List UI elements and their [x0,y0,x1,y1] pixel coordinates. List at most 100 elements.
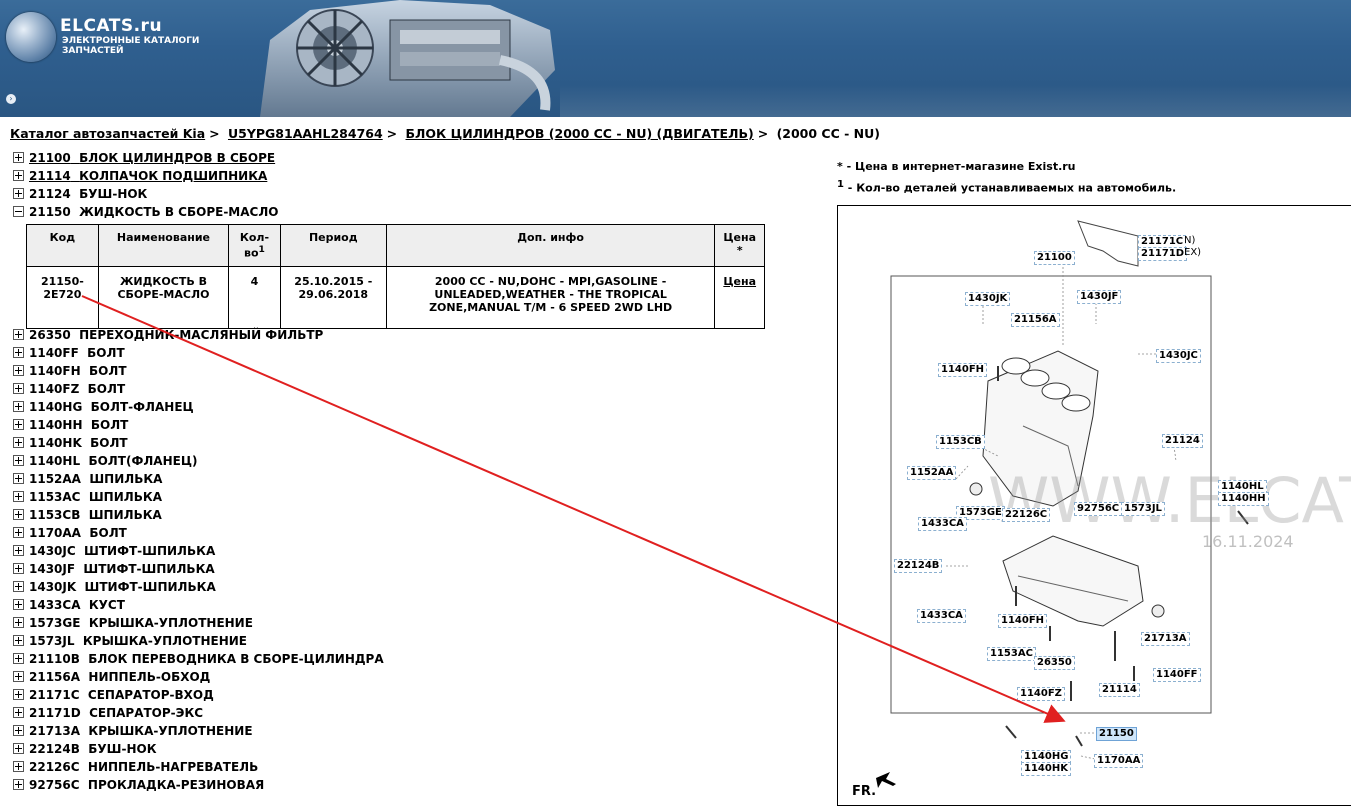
tree-item-21110B[interactable]: 21110B БЛОК ПЕРЕВОДНИКА В СБОРЕ-ЦИЛИНДРА [13,651,384,667]
expand-plus-icon[interactable] [13,707,24,718]
expand-plus-icon[interactable] [13,383,24,394]
expand-plus-icon[interactable] [13,599,24,610]
tree-item-21156A[interactable]: 21156A НИППЕЛЬ-ОБХОД [13,669,210,685]
callout-1433CA[interactable]: 1433CA [917,609,966,623]
tree-item-label[interactable]: 22124B БУШ-НОК [29,742,157,756]
expand-plus-icon[interactable] [13,170,24,181]
tree-item-26350[interactable]: 26350 ПЕРЕХОДНИК-МАСЛЯНЫЙ ФИЛЬТР [13,327,323,343]
callout-1153AC[interactable]: 1153AC [987,647,1036,661]
callout-1430JF[interactable]: 1430JF [1077,290,1122,304]
callout-92756C[interactable]: 92756C [1074,502,1123,516]
tree-item-1140HG[interactable]: 1140HG БОЛТ-ФЛАНЕЦ [13,399,194,415]
callout-21150[interactable]: 21150 [1096,727,1137,741]
expand-plus-icon[interactable] [13,188,24,199]
callout-1430JK[interactable]: 1430JK [965,292,1011,306]
tree-item-1433CA[interactable]: 1433CA КУСТ [13,597,125,613]
expand-plus-icon[interactable] [13,347,24,358]
breadcrumb-catalog-link[interactable]: Каталог автозапчастей Kia [10,126,205,141]
expand-plus-icon[interactable] [13,617,24,628]
tree-item-label[interactable]: 1430JK ШТИФТ-ШПИЛЬКА [29,580,216,594]
expand-plus-icon[interactable] [13,581,24,592]
tree-item-label[interactable]: 1140FH БОЛТ [29,364,127,378]
callout-1140FH[interactable]: 1140FH [998,614,1048,628]
breadcrumb-vin-link[interactable]: U5YPG81AAHL284764 [228,126,383,141]
expand-plus-icon[interactable] [13,473,24,484]
callout-1152AA[interactable]: 1152AA [907,466,957,480]
expand-plus-icon[interactable] [13,509,24,520]
tree-item-label[interactable]: 1153CB ШПИЛЬКА [29,508,162,522]
tree-item-92756C[interactable]: 92756C ПРОКЛАДКА-РЕЗИНОВАЯ [13,777,264,793]
tree-item-21171C[interactable]: 21171C СЕПАРАТОР-ВХОД [13,687,214,703]
tree-item-label[interactable]: 1433CA КУСТ [29,598,125,612]
collapse-minus-icon[interactable] [13,206,24,217]
expand-plus-icon[interactable] [13,152,24,163]
tree-item-label[interactable]: 21171C СЕПАРАТОР-ВХОД [29,688,214,702]
tree-item-label[interactable]: 1140FF БОЛТ [29,346,125,360]
tree-item-1152AA[interactable]: 1152AA ШПИЛЬКА [13,471,162,487]
callout-1140FF[interactable]: 1140FF [1153,668,1201,682]
tree-item-21124[interactable]: 21124 БУШ-НОК [13,186,147,202]
tree-item-label[interactable]: 21171D СЕПАРАТОР-ЭКС [29,706,203,720]
tree-item-1573GE[interactable]: 1573GE КРЫШКА-УПЛОТНЕНИЕ [13,615,253,631]
tree-item-label[interactable]: 1573JL КРЫШКА-УПЛОТНЕНИЕ [29,634,247,648]
tree-item-1430JC[interactable]: 1430JC ШТИФТ-ШПИЛЬКА [13,543,215,559]
callout-1140FH[interactable]: 1140FH [938,363,988,377]
tree-item-21100[interactable]: 21100 БЛОК ЦИЛИНДРОВ В СБОРЕ [13,150,275,166]
callout-26350[interactable]: 26350 [1034,656,1075,670]
expand-plus-icon[interactable] [13,653,24,664]
tree-item-label[interactable]: 21114 КОЛПАЧОК ПОДШИПНИКА [29,169,267,183]
expand-plus-icon[interactable] [13,671,24,682]
expand-plus-icon[interactable] [13,563,24,574]
callout-21171D[interactable]: 21171D [1138,247,1188,261]
callout-1170AA[interactable]: 1170AA [1094,754,1144,768]
tree-item-label[interactable]: 1152AA ШПИЛЬКА [29,472,162,486]
expand-plus-icon[interactable] [13,725,24,736]
callout-1140HH[interactable]: 1140HH [1218,492,1269,506]
tree-item-label[interactable]: 21124 БУШ-НОК [29,187,147,201]
callout-21713A[interactable]: 21713A [1141,632,1190,646]
tree-item-label[interactable]: 1140HL БОЛТ(ФЛАНЕЦ) [29,454,197,468]
tree-item-1153CB[interactable]: 1153CB ШПИЛЬКА [13,507,162,523]
globe-logo-icon[interactable] [6,12,56,62]
tree-item-1170AA[interactable]: 1170AA БОЛТ [13,525,127,541]
expand-plus-icon[interactable] [13,689,24,700]
expand-plus-icon[interactable] [13,635,24,646]
tree-item-label[interactable]: 1140HG БОЛТ-ФЛАНЕЦ [29,400,194,414]
expand-plus-icon[interactable] [13,527,24,538]
tree-item-label[interactable]: 26350 ПЕРЕХОДНИК-МАСЛЯНЫЙ ФИЛЬТР [29,328,323,342]
tree-item-label[interactable]: 92756C ПРОКЛАДКА-РЕЗИНОВАЯ [29,778,264,792]
tree-item-label[interactable]: 1430JC ШТИФТ-ШПИЛЬКА [29,544,215,558]
tree-item-label[interactable]: 1170AA БОЛТ [29,526,127,540]
expand-plus-icon[interactable] [13,419,24,430]
breadcrumb-group-link[interactable]: БЛОК ЦИЛИНДРОВ (2000 CC - NU) (ДВИГАТЕЛЬ… [406,126,754,141]
tree-item-label[interactable]: 1430JF ШТИФТ-ШПИЛЬКА [29,562,215,576]
expand-plus-icon[interactable] [13,365,24,376]
tree-item-1140HL[interactable]: 1140HL БОЛТ(ФЛАНЕЦ) [13,453,197,469]
expand-plus-icon[interactable] [13,545,24,556]
expand-plus-icon[interactable] [13,779,24,790]
tree-item-21171D[interactable]: 21171D СЕПАРАТОР-ЭКС [13,705,203,721]
tree-item-1430JF[interactable]: 1430JF ШТИФТ-ШПИЛЬКА [13,561,215,577]
tree-item-label[interactable]: 22126C НИППЕЛЬ-НАГРЕВАТЕЛЬ [29,760,258,774]
callout-22124B[interactable]: 22124B [894,559,943,573]
header-nav-icon[interactable]: › [6,94,16,104]
callout-1140FZ[interactable]: 1140FZ [1017,687,1065,701]
tree-item-1153AC[interactable]: 1153AC ШПИЛЬКА [13,489,162,505]
callout-1430JC[interactable]: 1430JC [1156,349,1201,363]
callout-21124[interactable]: 21124 [1162,434,1203,448]
expand-plus-icon[interactable] [13,743,24,754]
tree-item-label[interactable]: 21100 БЛОК ЦИЛИНДРОВ В СБОРЕ [29,151,275,165]
tree-item-1140FH[interactable]: 1140FH БОЛТ [13,363,127,379]
expand-plus-icon[interactable] [13,437,24,448]
logo-title[interactable]: ELCATS.ru [60,16,162,36]
tree-item-1573JL[interactable]: 1573JL КРЫШКА-УПЛОТНЕНИЕ [13,633,247,649]
callout-1153CB[interactable]: 1153CB [936,435,985,449]
tree-item-22126C[interactable]: 22126C НИППЕЛЬ-НАГРЕВАТЕЛЬ [13,759,258,775]
expand-plus-icon[interactable] [13,455,24,466]
callout-1140HK[interactable]: 1140HK [1021,762,1071,776]
tree-item-1140FZ[interactable]: 1140FZ БОЛТ [13,381,125,397]
callout-21114[interactable]: 21114 [1099,683,1140,697]
tree-item-label[interactable]: 1573GE КРЫШКА-УПЛОТНЕНИЕ [29,616,253,630]
tree-item-label[interactable]: 21110B БЛОК ПЕРЕВОДНИКА В СБОРЕ-ЦИЛИНДРА [29,652,384,666]
callout-21100[interactable]: 21100 [1034,251,1075,265]
